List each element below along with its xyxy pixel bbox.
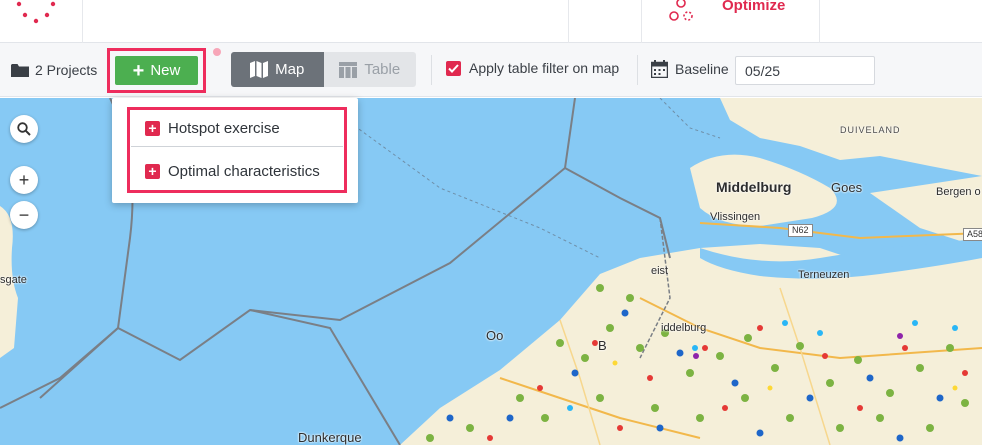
place-label: Bergen o [936, 186, 981, 198]
menu-item-optimal-characteristics[interactable]: + Optimal characteristics [145, 161, 320, 181]
zoom-in-button[interactable]: + [10, 166, 38, 194]
map-icon [250, 61, 269, 78]
top-bar: Optimize [0, 0, 982, 43]
minus-icon: − [18, 204, 30, 225]
place-label: sgate [0, 274, 27, 286]
table-icon [339, 61, 358, 78]
map-view-button[interactable]: Map [231, 52, 324, 87]
table-filter-label: Apply table filter on map [469, 60, 620, 76]
place-label: Oo [486, 328, 504, 343]
calendar-icon [651, 60, 668, 78]
place-label: eist [651, 265, 669, 277]
place-label: Vlissingen [710, 211, 761, 223]
header-divider [568, 0, 569, 43]
logo-icon[interactable] [14, 0, 58, 26]
view-toggle: Map Table [231, 52, 416, 87]
notification-dot [213, 48, 221, 56]
menu-item-label: Hotspot exercise [168, 119, 280, 137]
toolbar: 2 Projects + New Map Table Apply table f… [0, 43, 982, 97]
new-button-highlight: + New [107, 48, 206, 93]
plus-icon: + [18, 169, 30, 190]
road-label: A58 [963, 228, 982, 241]
table-filter-checkbox[interactable] [446, 60, 461, 76]
table-view-button[interactable]: Table [323, 52, 416, 87]
place-label: Goes [831, 180, 863, 195]
check-icon [448, 63, 459, 73]
toolbar-divider [431, 55, 432, 85]
search-icon [17, 122, 31, 136]
place-label: Dunkerque [298, 430, 362, 445]
baseline-input[interactable] [735, 56, 875, 85]
table-view-label: Table [364, 61, 401, 78]
menu-divider [131, 146, 343, 147]
plus-icon: + [132, 59, 145, 82]
new-button-label: New [150, 62, 181, 79]
header-divider [641, 0, 642, 43]
projects-button[interactable]: 2 Projects [11, 61, 97, 79]
new-button[interactable]: + New [115, 56, 198, 85]
place-label: iddelburg [661, 322, 707, 334]
plus-icon: + [145, 120, 160, 136]
optimize-label: Optimize [722, 0, 786, 14]
road-label: N62 [788, 224, 813, 237]
menu-item-hotspot-exercise[interactable]: + Hotspot exercise [145, 118, 280, 138]
optimize-icon [668, 0, 694, 24]
header-divider [82, 0, 83, 43]
menu-item-label: Optimal characteristics [168, 162, 320, 180]
table-filter-toggle: Apply table filter on map [446, 60, 619, 76]
header-divider [819, 0, 820, 43]
zoom-out-button[interactable]: − [10, 201, 38, 229]
place-label: DUIVELAND [840, 125, 901, 135]
projects-label: 2 Projects [35, 62, 98, 78]
place-label: B [598, 338, 607, 353]
map-view-label: Map [275, 61, 305, 78]
place-label: Terneuzen [798, 269, 850, 281]
baseline-group: Baseline [651, 60, 729, 78]
toolbar-divider [637, 55, 638, 85]
map-search-button[interactable] [10, 115, 38, 143]
optimize-tab[interactable]: Optimize [668, 0, 818, 21]
plus-icon: + [145, 163, 160, 179]
place-label: Middelburg [716, 179, 792, 195]
baseline-label: Baseline [675, 61, 729, 77]
folder-icon [11, 63, 29, 77]
